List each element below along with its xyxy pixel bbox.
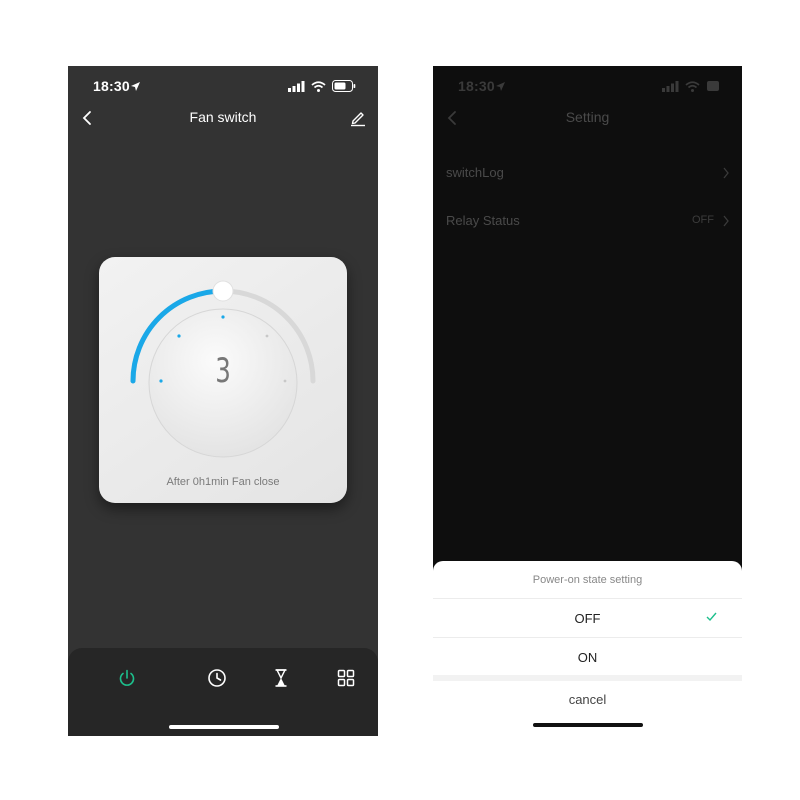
fan-control-card: 3 After 0h1min Fan close: [99, 257, 347, 503]
page-title: Setting: [565, 109, 610, 125]
cellular-signal-icon: [288, 80, 305, 92]
wifi-icon: [685, 80, 700, 92]
speed-dot: [265, 334, 269, 338]
checkmark-icon: [706, 612, 717, 622]
sheet-gap: [433, 675, 742, 681]
chevron-right-icon: [723, 167, 729, 179]
status-time: 18:30: [93, 78, 130, 94]
relay-status-value: OFF: [692, 214, 714, 226]
location-arrow-icon: [131, 82, 140, 91]
sheet-title: Power-on state setting: [532, 574, 643, 586]
option-label: OFF: [574, 611, 601, 626]
speed-dot: [221, 315, 225, 319]
wifi-icon: [311, 80, 326, 92]
nav-bar: Setting: [433, 106, 742, 130]
battery-icon: [707, 81, 719, 91]
row-label: Relay Status: [446, 213, 520, 228]
grid-icon[interactable]: [334, 666, 358, 690]
power-icon[interactable]: [115, 666, 139, 690]
home-indicator[interactable]: [169, 725, 279, 729]
edit-pencil-icon[interactable]: [348, 108, 368, 128]
fan-speed-level: 3: [215, 351, 231, 391]
cancel-button[interactable]: cancel: [433, 685, 742, 715]
chevron-right-icon: [723, 215, 729, 227]
setting-screen: 18:30 Setting switchLog Relay Status OFF…: [433, 66, 742, 736]
hourglass-icon[interactable]: [269, 666, 293, 690]
status-time: 18:30: [458, 78, 495, 94]
speed-handle[interactable]: [212, 280, 234, 302]
speed-dot: [283, 379, 287, 383]
option-label: ON: [577, 650, 598, 665]
cellular-signal-icon: [662, 80, 679, 92]
row-label: switchLog: [446, 165, 504, 180]
cancel-label: cancel: [568, 692, 607, 707]
speed-dot: [177, 334, 181, 338]
bottom-toolbar: [68, 648, 378, 736]
settings-row-switchlog[interactable]: switchLog: [433, 158, 742, 188]
option-off[interactable]: OFF: [433, 599, 742, 637]
battery-icon: [332, 80, 356, 92]
option-on[interactable]: ON: [433, 638, 742, 676]
speed-dot: [159, 379, 163, 383]
nav-bar: Fan switch: [68, 106, 378, 130]
clock-icon[interactable]: [205, 666, 229, 690]
home-indicator[interactable]: [533, 723, 643, 727]
settings-row-relay-status[interactable]: Relay Status OFF: [433, 206, 742, 236]
page-title: Fan switch: [189, 109, 257, 125]
status-bar: 18:30: [68, 78, 378, 96]
fan-switch-screen: 18:30 Fan switch 3 After 0h1min Fan clos…: [68, 66, 378, 736]
status-bar: 18:30: [433, 78, 742, 96]
timer-status-text: After 0h1min Fan close: [166, 476, 280, 488]
location-arrow-icon: [496, 82, 505, 91]
